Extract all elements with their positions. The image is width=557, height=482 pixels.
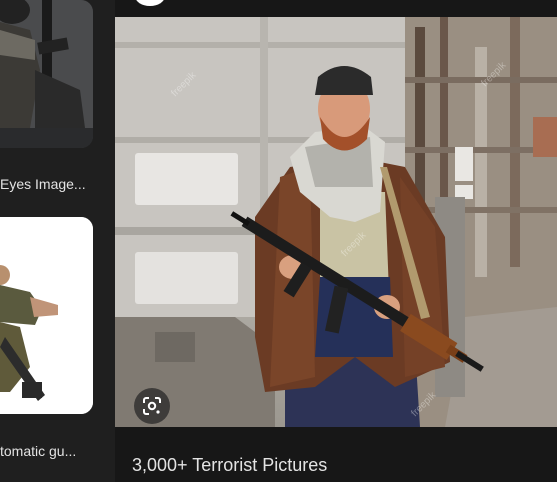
result-caption[interactable]: tomatic gu...	[0, 443, 100, 459]
armed-man-thumbnail-image	[0, 0, 93, 148]
google-lens-icon	[143, 397, 161, 415]
man-with-assault-rifle-image: freepik freepik freepik freepik	[115, 17, 557, 427]
source-favicon[interactable]	[135, 0, 165, 6]
google-lens-button[interactable]	[134, 388, 170, 424]
result-caption[interactable]: Eyes Image...	[0, 176, 100, 192]
preview-header	[115, 0, 557, 17]
preview-image[interactable]: freepik freepik freepik freepik	[115, 17, 557, 427]
preview-title[interactable]: 3,000+ Terrorist Pictures	[132, 455, 327, 476]
man-with-rifle-thumbnail-image	[0, 217, 93, 414]
image-search-page: Eyes Image... tomatic gu... freepik free…	[0, 0, 557, 482]
result-thumbnail[interactable]	[0, 0, 93, 148]
result-thumbnail[interactable]	[0, 217, 93, 414]
image-preview-panel: freepik freepik freepik freepik 3,000+ T…	[115, 0, 557, 482]
results-column: Eyes Image... tomatic gu...	[0, 0, 115, 482]
